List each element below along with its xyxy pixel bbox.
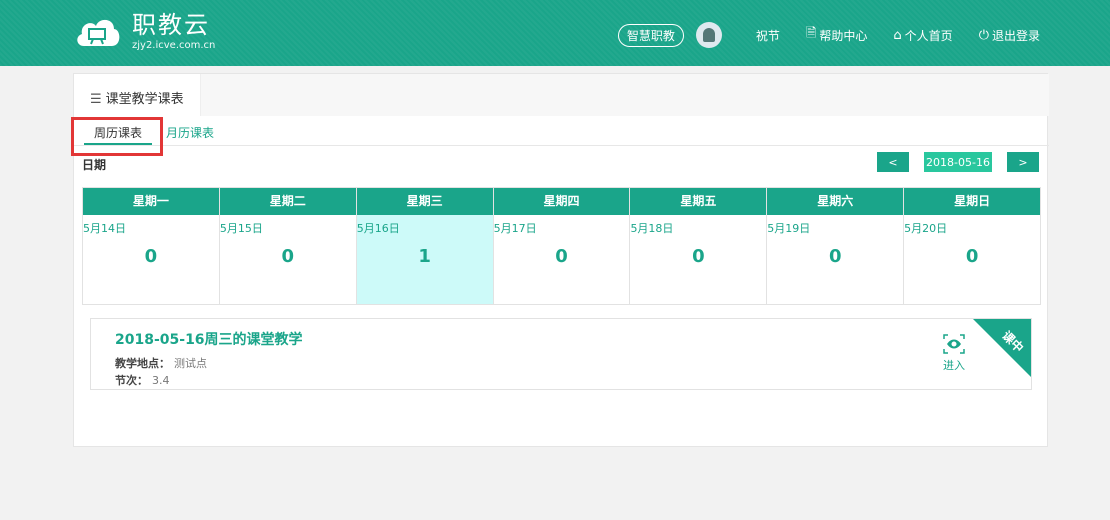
day-column-sun[interactable]: 星期日 5月20日 0 xyxy=(904,188,1041,304)
period-label: 节次： xyxy=(115,374,148,387)
personal-home-link[interactable]: ⌂ 个人首页 xyxy=(893,27,952,44)
day-date: 5月16日 xyxy=(356,222,400,235)
power-icon: ⏻ xyxy=(978,27,989,43)
logout-label: 退出登录 xyxy=(991,28,1040,43)
period-value: 3.4 xyxy=(152,374,170,387)
lesson-location: 教学地点： 测试点 xyxy=(115,355,207,371)
section-header: ☰ 课堂教学课表 xyxy=(74,74,1049,116)
lesson-period: 节次： 3.4 xyxy=(115,372,170,388)
day-date: 5月15日 xyxy=(219,222,263,235)
list-icon: ☰ xyxy=(90,92,102,107)
lesson-title[interactable]: 2018-05-16周三的课堂教学 xyxy=(115,329,303,349)
schedule-card: ☰ 课堂教学课表 周历课表 月历课表 日期 < 2018-05-16 > 星期一 … xyxy=(71,73,1049,447)
day-lesson-count: 0 xyxy=(144,246,158,267)
day-date: 5月18日 xyxy=(630,222,674,235)
day-date: 5月17日 xyxy=(493,222,537,235)
day-date: 5月19日 xyxy=(767,222,811,235)
help-center-label: 帮助中心 xyxy=(819,28,868,43)
day-header: 星期三 xyxy=(356,188,493,215)
help-center-link[interactable]: 🗎 帮助中心 xyxy=(806,24,867,46)
next-week-button[interactable]: > xyxy=(1007,152,1039,172)
section-title: 课堂教学课表 xyxy=(105,92,184,107)
lesson-card[interactable]: 2018-05-16周三的课堂教学 教学地点： 测试点 节次： 3.4 进入 课中 xyxy=(90,318,1032,390)
day-header: 星期日 xyxy=(904,188,1041,215)
user-name-link[interactable]: 祝节 xyxy=(756,27,780,44)
day-date: 5月20日 xyxy=(904,222,948,235)
user-name: 祝节 xyxy=(755,28,780,43)
logout-link[interactable]: ⏻ 退出登录 xyxy=(979,27,1040,44)
top-navigation-bar: 职教云 zjy2.icve.com.cn 智慧职教 祝节 🗎 帮助中心 ⌂ 个人… xyxy=(0,0,1110,66)
current-date-button[interactable]: 2018-05-16 xyxy=(924,152,992,172)
date-pager: < 2018-05-16 > xyxy=(877,152,1039,172)
highlight-box xyxy=(71,117,163,156)
logo[interactable]: 职教云 zjy2.icve.com.cn xyxy=(74,12,215,52)
day-lesson-count: 0 xyxy=(965,246,979,267)
section-tab[interactable]: ☰ 课堂教学课表 xyxy=(74,74,201,116)
date-label: 日期 xyxy=(82,158,107,172)
header-nav: 智慧职教 祝节 🗎 帮助中心 ⌂ 个人首页 ⏻ 退出登录 xyxy=(617,22,1040,48)
day-lesson-count: 0 xyxy=(555,246,568,267)
week-calendar: 星期一 5月14日 0 星期二 5月15日 0 星期三 5月16日 1 星期四 5月1… xyxy=(82,187,1041,305)
cloud-logo-icon xyxy=(74,12,122,52)
document-icon: 🗎 xyxy=(805,26,817,41)
day-column-wed[interactable]: 星期三 5月16日 1 xyxy=(356,188,494,304)
status-badge: 课中 xyxy=(959,319,1031,389)
day-column-fri[interactable]: 星期五 5月18日 0 xyxy=(630,188,768,304)
day-lesson-count: 0 xyxy=(828,246,842,267)
day-lesson-count: 0 xyxy=(281,246,295,267)
day-header: 星期二 xyxy=(219,188,356,215)
schedule-subtabs: 周历课表 月历课表 xyxy=(74,116,1049,146)
tab-monthly-schedule[interactable]: 月历课表 xyxy=(166,124,214,141)
day-column-sat[interactable]: 星期六 5月19日 0 xyxy=(767,188,905,304)
prev-week-button[interactable]: < xyxy=(877,152,909,172)
location-value: 测试点 xyxy=(174,357,207,370)
logo-title: 职教云 xyxy=(132,11,210,39)
day-header: 星期一 xyxy=(83,188,219,215)
personal-home-label: 个人首页 xyxy=(904,28,953,43)
day-header: 星期五 xyxy=(630,188,767,215)
home-icon: ⌂ xyxy=(893,27,902,43)
avatar[interactable] xyxy=(695,22,722,48)
day-lesson-count: 1 xyxy=(418,246,431,267)
day-column-tue[interactable]: 星期二 5月15日 0 xyxy=(219,188,357,304)
zhihui-zhijiao-link[interactable]: 智慧职教 xyxy=(617,23,684,47)
location-label: 教学地点： xyxy=(115,357,170,370)
day-header: 星期六 xyxy=(767,188,904,215)
day-header: 星期四 xyxy=(493,188,630,215)
day-lesson-count: 0 xyxy=(692,246,705,267)
day-date: 5月14日 xyxy=(83,222,126,235)
logo-subtitle: zjy2.icve.com.cn xyxy=(132,40,216,51)
day-column-mon[interactable]: 星期一 5月14日 0 xyxy=(83,188,220,304)
day-column-thu[interactable]: 星期四 5月17日 0 xyxy=(493,188,631,304)
